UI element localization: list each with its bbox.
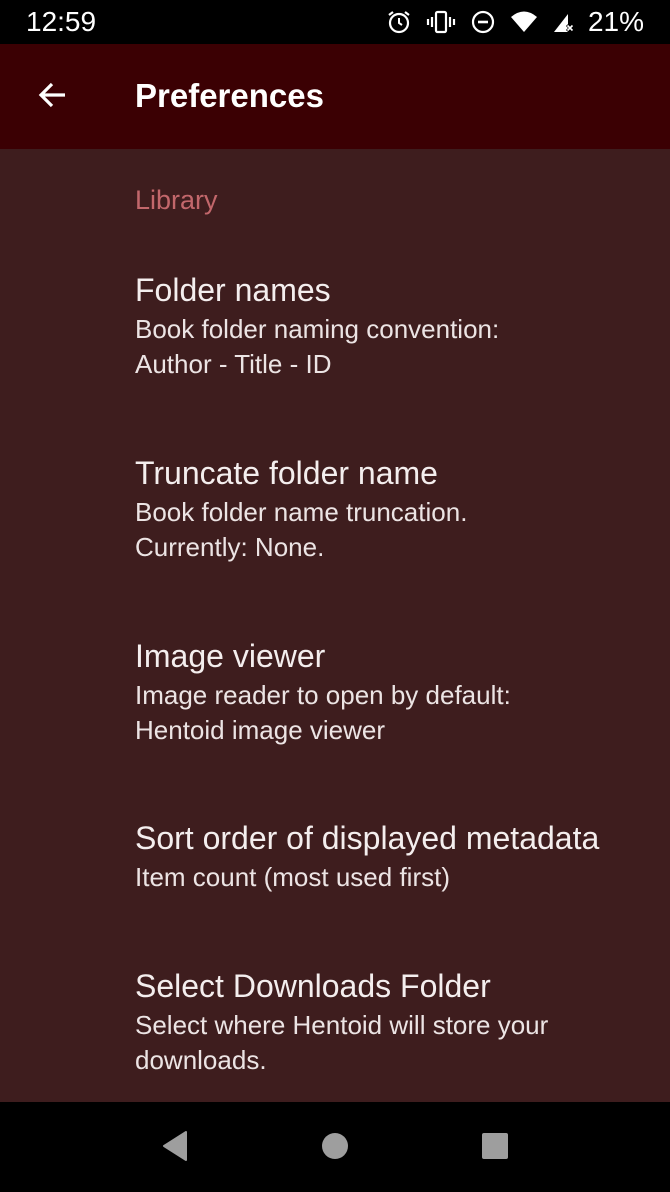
status-bar: 12:59 21% <box>0 0 670 44</box>
pref-summary: Book folder naming convention: Author - … <box>135 314 500 379</box>
pref-title: Sort order of displayed metadata <box>135 820 600 856</box>
battery-percent: 21% <box>587 6 644 37</box>
pref-title: Image viewer <box>135 638 326 674</box>
home-circle-icon <box>321 1132 349 1165</box>
preferences-list: Library Folder names Book folder naming … <box>0 149 670 1102</box>
pref-title: Select Downloads Folder <box>135 968 491 1004</box>
pref-downloads-folder[interactable]: Select Downloads Folder Select where Hen… <box>135 967 655 1078</box>
pref-summary: Image reader to open by default: Hentoid… <box>135 680 511 745</box>
status-time: 12:59 <box>26 6 97 37</box>
pref-summary: Item count (most used first) <box>135 862 450 892</box>
alarm-icon <box>386 9 412 35</box>
wifi-icon <box>510 10 538 34</box>
pref-summary: Book folder name truncation. Currently: … <box>135 497 468 562</box>
navigation-bar <box>0 1102 670 1192</box>
cell-signal-icon <box>552 10 574 34</box>
arrow-left-icon <box>37 79 69 116</box>
app-bar: Preferences <box>0 44 670 149</box>
pref-summary: Select where Hentoid will store your dow… <box>135 1010 549 1075</box>
pref-metadata-sort-order[interactable]: Sort order of displayed metadata Item co… <box>135 819 655 895</box>
back-triangle-icon <box>160 1130 190 1167</box>
pref-truncate-folder-name[interactable]: Truncate folder name Book folder name tr… <box>135 454 655 565</box>
pref-image-viewer[interactable]: Image viewer Image reader to open by def… <box>135 637 655 748</box>
nav-home-button[interactable] <box>315 1128 355 1168</box>
nav-recents-button[interactable] <box>475 1128 515 1168</box>
vibrate-icon <box>426 9 456 35</box>
do-not-disturb-icon <box>470 9 496 35</box>
status-icons: 21% <box>386 6 644 38</box>
recents-square-icon <box>481 1132 509 1165</box>
pref-folder-names[interactable]: Folder names Book folder naming conventi… <box>135 271 655 382</box>
page-title: Preferences <box>135 77 324 114</box>
category-header: Library <box>135 185 218 215</box>
back-button[interactable] <box>30 74 76 120</box>
nav-back-button[interactable] <box>155 1128 195 1168</box>
pref-title: Truncate folder name <box>135 455 438 491</box>
pref-title: Folder names <box>135 272 331 308</box>
